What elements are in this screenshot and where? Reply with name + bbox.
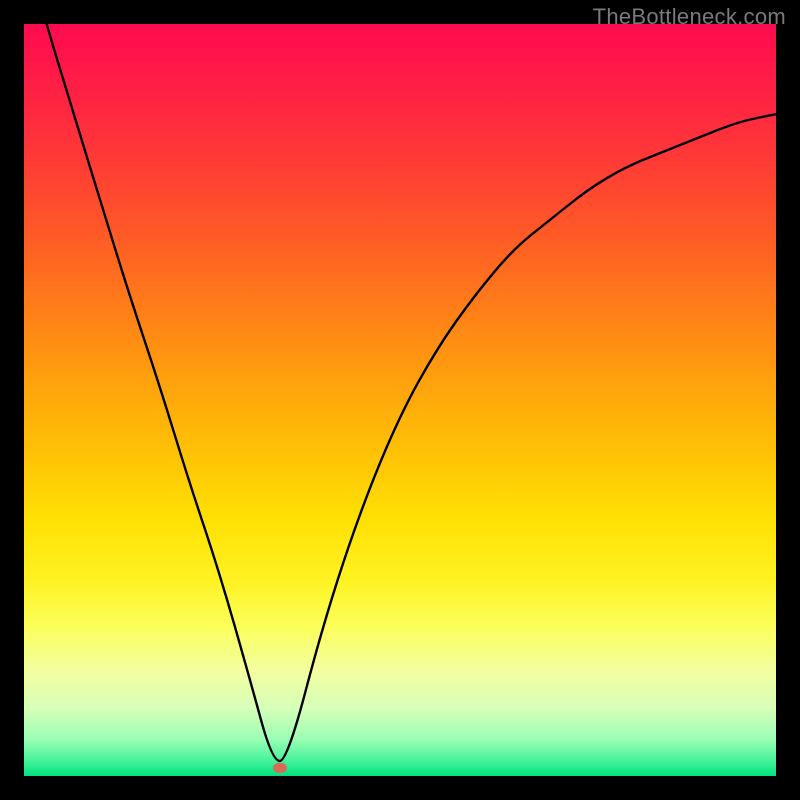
watermark-label: TheBottleneck.com [593,4,786,30]
curve-line [24,24,776,776]
plot-area [24,24,776,776]
data-marker [273,763,287,773]
chart-stage: TheBottleneck.com line #d86a5a [0,0,800,800]
